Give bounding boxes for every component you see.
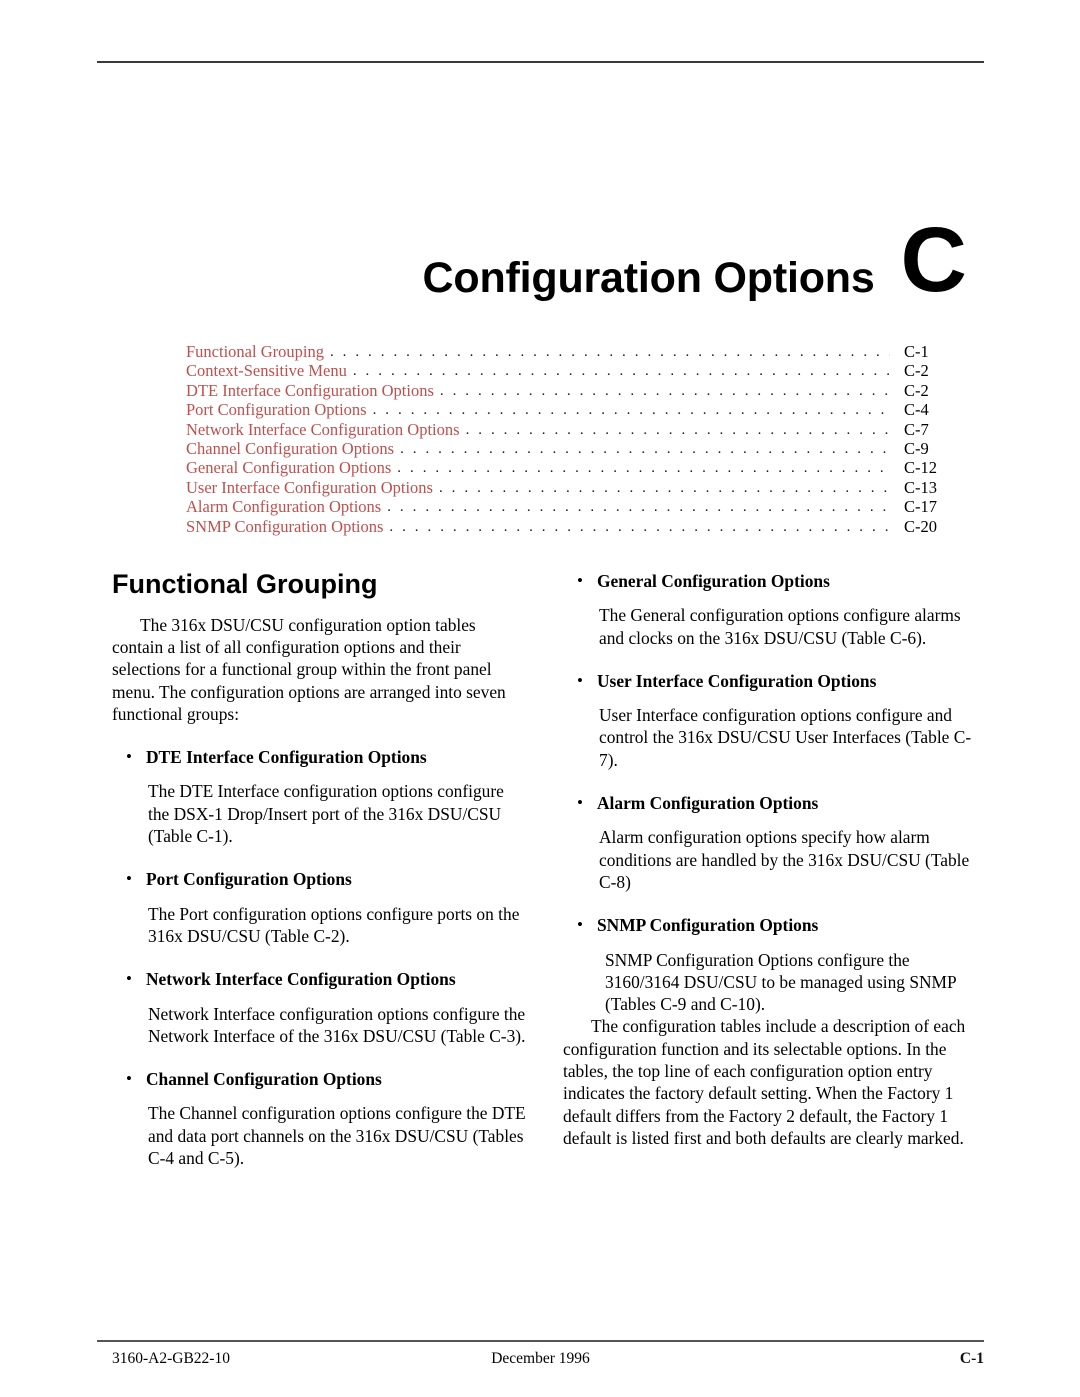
toc-leader-dots: . . . . . . . . . . . . . . . . . . . . … <box>387 499 890 516</box>
toc-leader-dots: . . . . . . . . . . . . . . . . . . . . … <box>438 479 890 496</box>
toc-entry[interactable]: DTE Interface Configuration Options . . … <box>186 381 966 400</box>
footer-rule <box>97 1340 984 1342</box>
left-column: Functional Grouping The 316x DSU/CSU con… <box>112 569 527 1169</box>
bullet-body: The General configuration options config… <box>599 605 961 648</box>
bullet-title: Alarm Configuration Options <box>597 793 819 814</box>
bullet-icon: • <box>577 670 583 690</box>
toc-entry-label: Functional Grouping <box>186 342 324 361</box>
toc-entry-label: Channel Configuration Options <box>186 438 395 458</box>
bullet-item-channel: • Channel Configuration Options <box>112 1068 527 1090</box>
toc-entry-label: SNMP Configuration Options <box>186 516 384 536</box>
bullet-item-alarm: • Alarm Configuration Options <box>563 792 978 814</box>
table-of-contents: Functional Grouping . . . . . . . . . . … <box>186 342 966 536</box>
chapter-title-block: Configuration Options C <box>112 206 967 306</box>
toc-leader-dots: . . . . . . . . . . . . . . . . . . . . … <box>439 382 890 399</box>
toc-entry[interactable]: User Interface Configuration Options . .… <box>186 478 966 497</box>
toc-entry[interactable]: Alarm Configuration Options . . . . . . … <box>186 497 966 516</box>
intro-paragraph: The 316x DSU/CSU configuration option ta… <box>112 614 506 724</box>
page-title: Configuration Options <box>422 254 875 302</box>
toc-entry[interactable]: Context-Sensitive Menu . . . . . . . . .… <box>186 361 966 380</box>
toc-entry-label: Port Configuration Options <box>186 400 367 420</box>
toc-entry-page: C-17 <box>904 497 937 517</box>
bullet-item-port: • Port Configuration Options <box>112 868 527 890</box>
footer-date: December 1996 <box>491 1350 590 1367</box>
section-heading-functional-grouping: Functional Grouping <box>112 569 378 599</box>
toc-entry[interactable]: Port Configuration Options . . . . . . .… <box>186 400 966 419</box>
toc-leader-dots: . . . . . . . . . . . . . . . . . . . . … <box>329 344 890 360</box>
bullet-body: User Interface configuration options con… <box>599 705 972 770</box>
toc-entry[interactable]: Network Interface Configuration Options … <box>186 420 966 439</box>
closing-paragraph: The configuration tables include a descr… <box>563 1016 966 1148</box>
bullet-icon: • <box>577 793 583 813</box>
toc-entry-page: C-2 <box>904 361 929 381</box>
bullet-title: User Interface Configuration Options <box>597 670 877 691</box>
right-column: • General Configuration Options The Gene… <box>563 570 978 1149</box>
toc-entry-label: Alarm Configuration Options <box>186 497 382 517</box>
bullet-icon: • <box>577 915 583 935</box>
bullet-icon: • <box>126 1069 132 1089</box>
toc-entry-page: C-4 <box>904 400 929 420</box>
toc-entry-label: DTE Interface Configuration Options <box>186 380 434 400</box>
toc-entry-page: C-12 <box>904 458 937 478</box>
toc-entry-label: General Configuration Options <box>186 458 392 478</box>
bullet-title: DTE Interface Configuration Options <box>146 747 427 768</box>
toc-leader-dots: . . . . . . . . . . . . . . . . . . . . … <box>372 402 890 419</box>
toc-entry[interactable]: SNMP Configuration Options . . . . . . .… <box>186 517 966 536</box>
toc-leader-dots: . . . . . . . . . . . . . . . . . . . . … <box>352 363 890 380</box>
toc-entry-page: C-9 <box>904 438 929 458</box>
bullet-item-network-interface: • Network Interface Configuration Option… <box>112 968 527 990</box>
page-footer: 3160-A2-GB22-10 December 1996 C-1 <box>97 1350 984 1374</box>
bullet-icon: • <box>126 969 132 989</box>
bullet-title: General Configuration Options <box>597 571 830 591</box>
toc-entry[interactable]: Functional Grouping . . . . . . . . . . … <box>186 342 966 361</box>
bullet-title: SNMP Configuration Options <box>597 915 819 936</box>
bullet-body: The Port configuration options configure… <box>148 903 520 946</box>
toc-leader-dots: . . . . . . . . . . . . . . . . . . . . … <box>397 460 890 477</box>
bullet-title: Port Configuration Options <box>146 869 352 890</box>
toc-entry-label: User Interface Configuration Options <box>186 477 433 497</box>
bullet-body: SNMP Configuration Options configure the… <box>605 949 957 1015</box>
bullet-body: Network Interface configuration options … <box>148 1003 526 1046</box>
bullet-item-dte-interface: • DTE Interface Configuration Options <box>112 746 527 768</box>
toc-leader-dots: . . . . . . . . . . . . . . . . . . . . … <box>400 440 890 457</box>
toc-entry-label: Context-Sensitive Menu <box>186 361 347 381</box>
bullet-body: The DTE Interface configuration options … <box>148 781 504 847</box>
toc-leader-dots: . . . . . . . . . . . . . . . . . . . . … <box>465 421 890 438</box>
bullet-item-general: • General Configuration Options <box>563 570 978 592</box>
bullet-item-user-interface: • User Interface Configuration Options <box>563 670 978 692</box>
bullet-body: Alarm configuration options specify how … <box>599 827 970 892</box>
toc-entry[interactable]: Channel Configuration Options . . . . . … <box>186 439 966 458</box>
header-rule <box>97 61 984 63</box>
toc-entry-page: C-2 <box>904 380 929 400</box>
chapter-letter: C <box>900 209 967 311</box>
toc-leader-dots: . . . . . . . . . . . . . . . . . . . . … <box>389 518 890 535</box>
toc-entry-page: C-1 <box>904 342 929 361</box>
toc-entry-page: C-7 <box>904 419 929 439</box>
bullet-title: Channel Configuration Options <box>146 1069 382 1090</box>
bullet-icon: • <box>126 747 132 767</box>
footer-page-number: C-1 <box>959 1350 984 1367</box>
bullet-icon: • <box>577 571 583 590</box>
document-page: Configuration Options C Functional Group… <box>0 0 1080 1397</box>
toc-entry-label: Network Interface Configuration Options <box>186 419 460 439</box>
toc-entry-page: C-20 <box>904 516 937 536</box>
toc-entry[interactable]: General Configuration Options . . . . . … <box>186 458 966 477</box>
bullet-title: Network Interface Configuration Options <box>146 969 456 990</box>
bullet-body: The Channel configuration options config… <box>148 1103 526 1169</box>
toc-entry-page: C-13 <box>904 477 937 497</box>
bullet-item-snmp: • SNMP Configuration Options <box>563 914 978 936</box>
bullet-icon: • <box>126 869 132 889</box>
